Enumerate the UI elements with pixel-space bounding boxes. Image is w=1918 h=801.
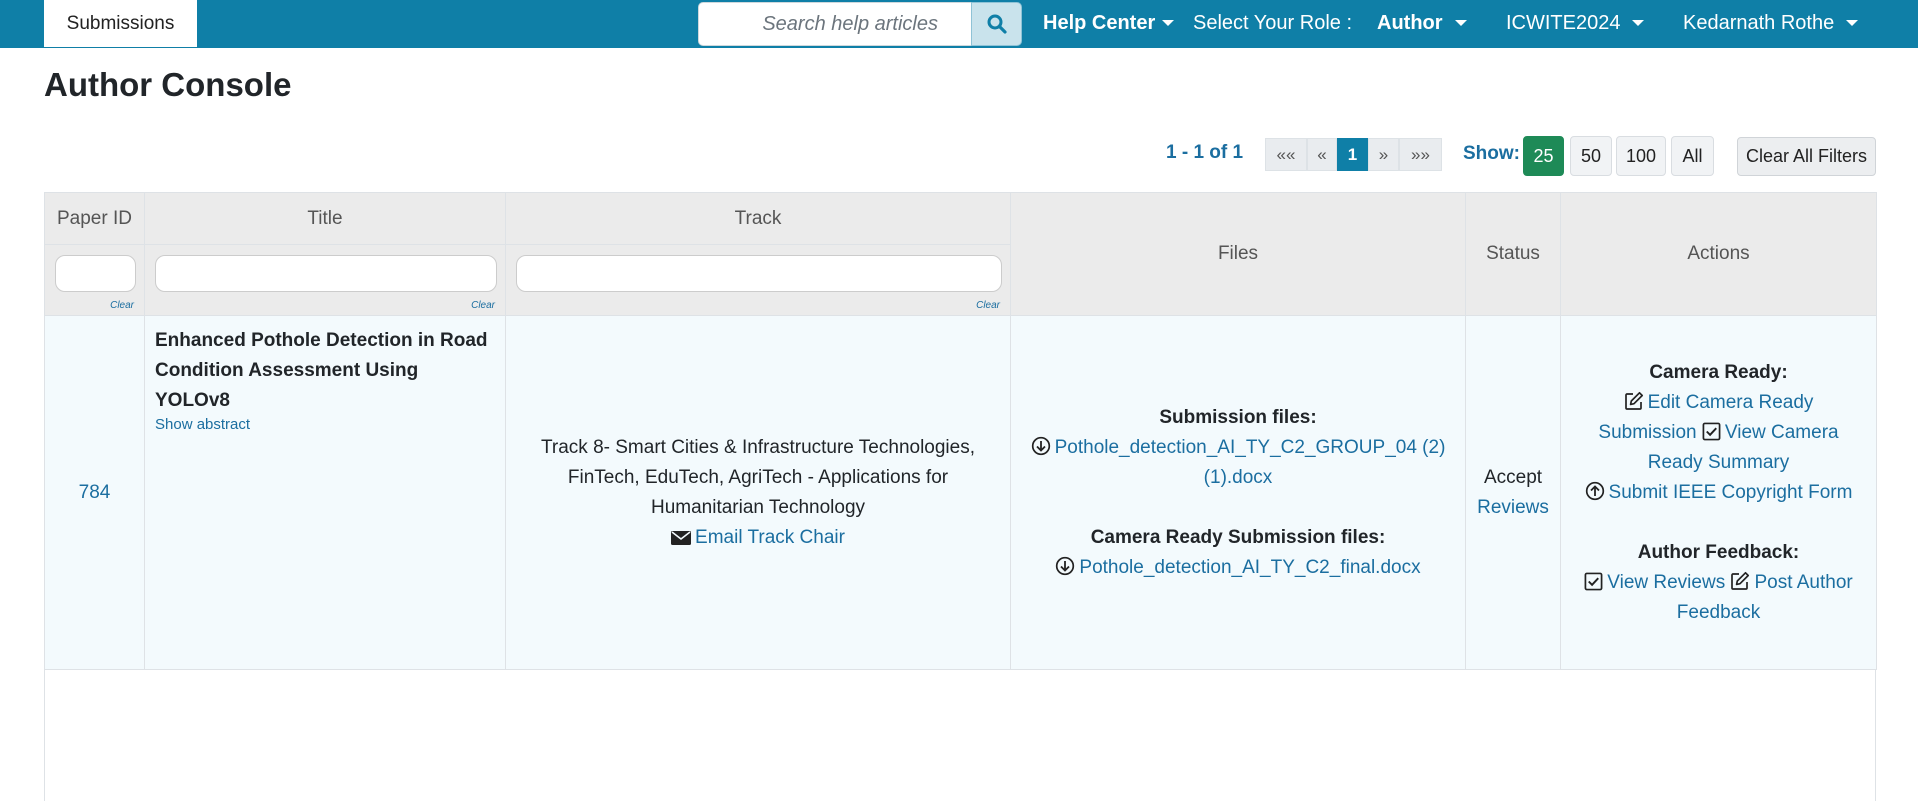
- role-value: Author: [1377, 11, 1443, 34]
- page-size-100-button[interactable]: 100: [1616, 136, 1666, 176]
- first-page-button[interactable]: ««: [1265, 138, 1307, 171]
- paper-title: Enhanced Pothole Detection in Road Condi…: [155, 330, 488, 411]
- title-cell: Enhanced Pothole Detection in Road Condi…: [144, 315, 506, 670]
- submit-copyright-link[interactable]: Submit IEEE Copyright Form: [1585, 481, 1853, 503]
- next-page-button[interactable]: »: [1368, 138, 1399, 171]
- header-track[interactable]: Track: [505, 192, 1011, 245]
- status-value: Accept: [1483, 466, 1543, 488]
- camera-ready-file-name: Pothole_detection_AI_TY_C2_final.docx: [1079, 556, 1421, 578]
- conference-menu[interactable]: ICWITE2024: [1506, 0, 1645, 46]
- user-name: Kedarnath Rothe: [1683, 11, 1835, 34]
- pagination: «« « 1 » »»: [1265, 138, 1442, 171]
- chevron-down-icon: [1632, 20, 1645, 26]
- status-reviews-link[interactable]: Reviews: [1477, 497, 1549, 518]
- result-count: 1 - 1 of 1: [1166, 142, 1244, 163]
- view-reviews-link[interactable]: View Reviews: [1584, 572, 1730, 593]
- submissions-table: Paper ID Title Track Files Status Action…: [44, 192, 1877, 670]
- page-size-all-button[interactable]: All: [1671, 136, 1714, 176]
- download-icon: [1031, 436, 1050, 455]
- title-filter-clear[interactable]: Clear: [471, 300, 495, 311]
- show-label: Show:: [1463, 143, 1520, 164]
- chevron-down-icon: [1846, 20, 1859, 26]
- prev-page-button[interactable]: «: [1307, 138, 1337, 171]
- conference-label: ICWITE2024: [1506, 11, 1621, 34]
- view-reviews-label: View Reviews: [1607, 571, 1726, 593]
- help-center-menu[interactable]: Help Center: [1043, 0, 1175, 46]
- last-page-button[interactable]: »»: [1399, 138, 1442, 171]
- paper-id-link[interactable]: 784: [79, 482, 111, 503]
- table-row: 784 Enhanced Pothole Detection in Road C…: [44, 315, 1877, 670]
- email-track-chair-label: Email Track Chair: [695, 526, 845, 548]
- email-track-chair-link[interactable]: Email Track Chair: [671, 527, 845, 548]
- files-cell: Submission files: Pothole_detection_AI_T…: [1010, 315, 1466, 670]
- track-cell: Track 8- Smart Cities & Infrastructure T…: [505, 315, 1011, 670]
- search-icon: [987, 14, 1007, 34]
- paper-id-filter-input[interactable]: [55, 255, 136, 292]
- top-navbar: Submissions Help Center Select Your Role…: [0, 0, 1918, 48]
- submit-copyright-label: Submit IEEE Copyright Form: [1608, 481, 1853, 503]
- page-size-25-button[interactable]: 25: [1523, 136, 1564, 176]
- checkbox-icon: [1702, 422, 1721, 440]
- track-name: Track 8- Smart Cities & Infrastructure T…: [541, 436, 975, 518]
- download-icon: [1056, 556, 1075, 575]
- edit-icon: [1624, 391, 1643, 410]
- camera-ready-file-link[interactable]: Pothole_detection_AI_TY_C2_final.docx: [1055, 556, 1421, 578]
- show-abstract-link[interactable]: Show abstract: [155, 416, 495, 434]
- track-filter-input[interactable]: [516, 255, 1002, 292]
- title-filter-cell: Clear: [144, 244, 506, 316]
- page-1-button[interactable]: 1: [1337, 138, 1368, 171]
- header-files: Files: [1010, 192, 1466, 316]
- chevron-down-icon: [1162, 20, 1175, 26]
- paper-id-filter-clear[interactable]: Clear: [110, 300, 134, 311]
- clear-all-filters-button[interactable]: Clear All Filters: [1737, 137, 1876, 176]
- track-filter-cell: Clear: [505, 244, 1011, 316]
- submission-file-link[interactable]: Pothole_detection_AI_TY_C2_GROUP_04 (2) …: [1031, 436, 1446, 488]
- header-paper-id[interactable]: Paper ID: [44, 192, 145, 245]
- track-filter-clear[interactable]: Clear: [976, 300, 1000, 311]
- edit-icon: [1731, 571, 1750, 590]
- header-status[interactable]: Status: [1465, 192, 1561, 316]
- search-input[interactable]: [698, 2, 973, 46]
- chevron-down-icon: [1454, 20, 1467, 26]
- actions-cell: Camera Ready: Edit Camera Ready Submissi…: [1560, 315, 1877, 670]
- role-label: Select Your Role :: [1193, 11, 1352, 34]
- tab-submissions[interactable]: Submissions: [44, 0, 197, 47]
- header-actions: Actions: [1560, 192, 1877, 316]
- paper-id-cell: 784: [44, 315, 145, 670]
- submission-file-name: Pothole_detection_AI_TY_C2_GROUP_04 (2) …: [1054, 436, 1446, 488]
- upload-icon: [1585, 481, 1604, 500]
- checkbox-icon: [1584, 572, 1603, 590]
- help-center-label: Help Center: [1043, 11, 1156, 34]
- user-menu[interactable]: Kedarnath Rothe: [1683, 0, 1859, 46]
- camera-ready-label: Camera Ready:: [1649, 361, 1788, 383]
- header-title[interactable]: Title: [144, 192, 506, 245]
- page-size-50-button[interactable]: 50: [1570, 136, 1612, 176]
- status-cell: Accept Reviews: [1465, 315, 1561, 670]
- title-filter-input[interactable]: [155, 255, 497, 292]
- envelope-icon: [671, 530, 692, 545]
- submission-files-label: Submission files:: [1159, 406, 1317, 428]
- search-button[interactable]: [971, 2, 1022, 46]
- role-menu[interactable]: Author: [1377, 0, 1467, 46]
- paper-id-filter-cell: Clear: [44, 244, 145, 316]
- author-feedback-label: Author Feedback:: [1637, 541, 1800, 563]
- page-title: Author Console: [44, 66, 292, 103]
- camera-ready-files-label: Camera Ready Submission files:: [1090, 526, 1386, 548]
